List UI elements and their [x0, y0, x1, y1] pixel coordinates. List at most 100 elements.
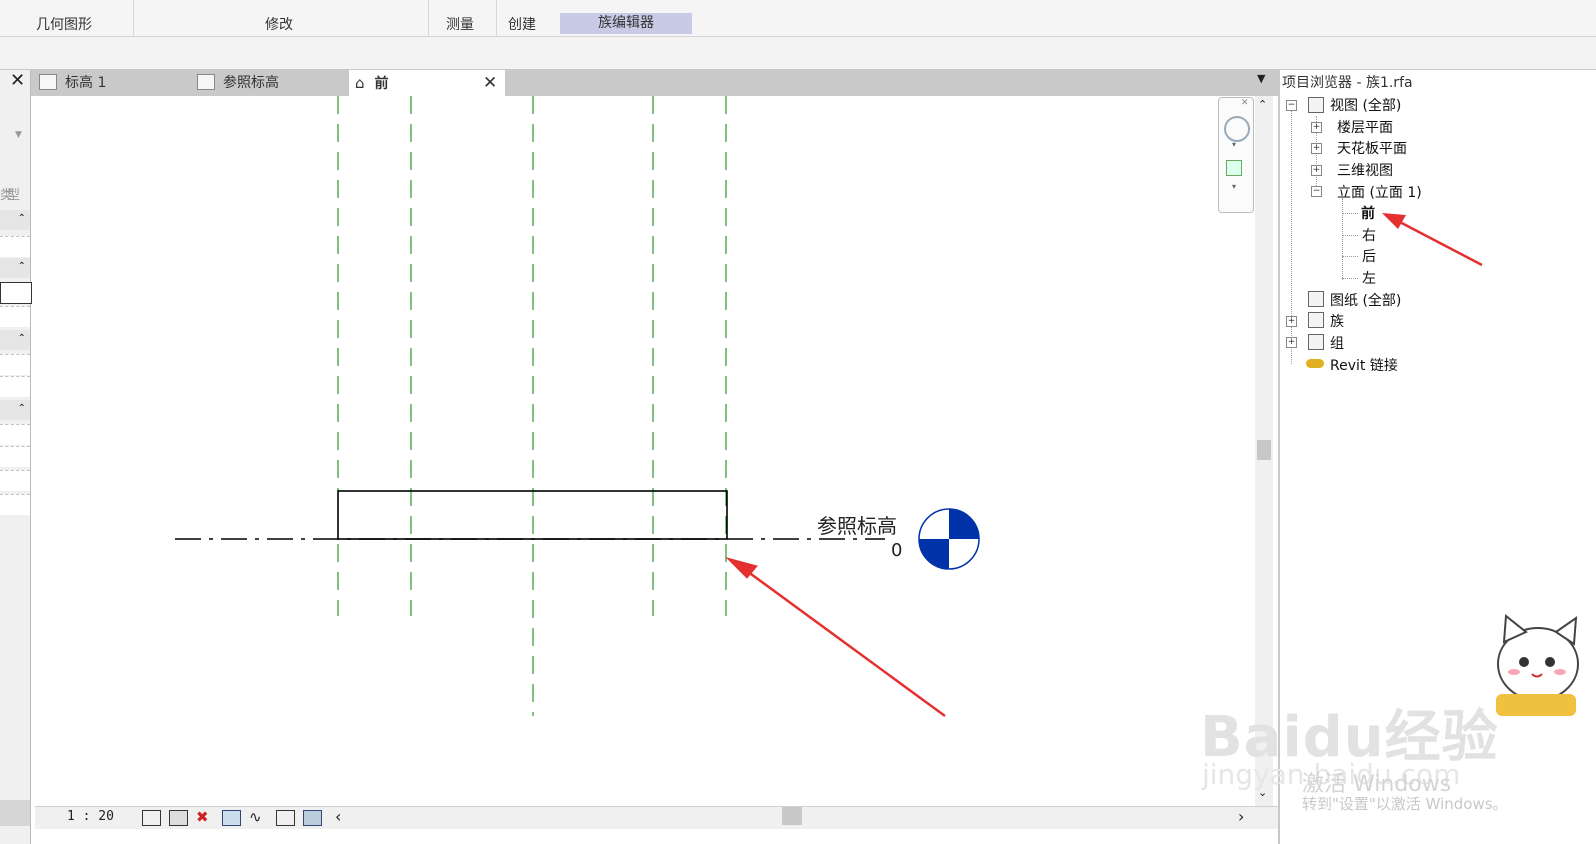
- tab-level-1[interactable]: 标高 1: [39, 70, 189, 96]
- expand-expander-icon[interactable]: +: [1311, 143, 1322, 154]
- chevron-down-icon[interactable]: ▾: [1232, 140, 1236, 149]
- scroll-right-icon[interactable]: ›: [1238, 807, 1244, 826]
- activate-windows-subtext: 转到"设置"以激活 Windows。: [1302, 795, 1508, 813]
- tab-label: 前: [374, 76, 389, 92]
- project-browser-title: 项目浏览器 - 族1.rfa: [1282, 75, 1413, 91]
- tree-guide: [1342, 256, 1358, 257]
- ribbon-group-measure[interactable]: 测量: [446, 14, 474, 34]
- ribbon-group-geometry[interactable]: 几何图形: [36, 14, 92, 34]
- tab-reference-level[interactable]: 参照标高: [197, 70, 347, 96]
- tree-item-elevation-right[interactable]: 右: [1362, 225, 1376, 245]
- property-row[interactable]: [0, 446, 30, 467]
- tree-guide: [1342, 213, 1358, 214]
- collapse-icon[interactable]: ⌃: [0, 258, 30, 278]
- ribbon: 几何图形 修改 测量 创建 族编辑器: [0, 0, 1596, 37]
- cat-mascot-icon: [1496, 614, 1579, 716]
- tree-item-elevations[interactable]: 立面 (立面 1): [1337, 182, 1422, 202]
- options-bar: [0, 37, 1596, 70]
- tree-item-elevation-left[interactable]: 左: [1362, 268, 1376, 288]
- views-icon: [1308, 97, 1324, 113]
- view-scale[interactable]: 1 : 20: [67, 809, 114, 824]
- properties-panel: ▼ 类型 ⌃ ⌃ ⌃ ⌃: [0, 70, 32, 844]
- tree-item-floor-plans[interactable]: 楼层平面: [1337, 117, 1393, 137]
- tree-item-3d-views[interactable]: 三维视图: [1337, 160, 1393, 180]
- ribbon-group-modify[interactable]: 修改: [265, 14, 293, 34]
- expand-expander-icon[interactable]: +: [1286, 337, 1297, 348]
- tree-item-elevation-front[interactable]: 前: [1361, 203, 1375, 223]
- close-icon[interactable]: ✕: [1241, 98, 1249, 108]
- property-row[interactable]: [0, 424, 30, 445]
- tree-item-revit-links[interactable]: Revit 链接: [1330, 355, 1398, 375]
- tab-front[interactable]: ⌂ 前 ✕: [349, 70, 505, 96]
- vertical-scroll-thumb[interactable]: [1257, 440, 1271, 460]
- annotation-arrow: [725, 557, 946, 718]
- ribbon-separator: [496, 0, 497, 36]
- expand-expander-icon[interactable]: +: [1311, 122, 1322, 133]
- property-row[interactable]: [0, 306, 30, 327]
- annotation-arrow-browser: [1382, 213, 1483, 267]
- floor-plan-icon: [39, 74, 57, 90]
- property-row[interactable]: [0, 494, 30, 515]
- tree-item-ceiling-plans[interactable]: 天花板平面: [1337, 138, 1407, 158]
- scroll-up-icon[interactable]: ⌃: [1258, 98, 1267, 111]
- arrow-head: [1382, 213, 1406, 229]
- steering-wheel-icon[interactable]: [1224, 116, 1250, 142]
- ribbon-separator: [428, 0, 429, 36]
- expand-expander-icon[interactable]: +: [1311, 165, 1322, 176]
- sun-path-icon[interactable]: ✖: [196, 808, 209, 826]
- collapse-icon[interactable]: ⌃: [0, 330, 30, 350]
- navigation-bar: ✕ ▾ ▾: [1218, 97, 1254, 213]
- drawing-canvas[interactable]: 参照标高 0: [35, 96, 1255, 806]
- horizontal-scroll-thumb[interactable]: [782, 807, 802, 825]
- tree-guide: [1342, 198, 1343, 280]
- collapse-icon[interactable]: ⌃: [0, 400, 30, 420]
- tree-item-elevation-back[interactable]: 后: [1362, 246, 1376, 266]
- expand-expander-icon[interactable]: +: [1286, 316, 1297, 327]
- dropdown-arrow-icon[interactable]: ▼: [15, 130, 22, 140]
- close-panel-icon[interactable]: ✕: [10, 70, 25, 91]
- collapse-expander-icon[interactable]: −: [1311, 186, 1322, 197]
- families-icon: [1308, 312, 1324, 328]
- property-row[interactable]: [0, 470, 30, 491]
- floor-plan-icon: [197, 74, 215, 90]
- chevron-down-icon[interactable]: ▾: [1232, 182, 1236, 191]
- level-elevation-value[interactable]: 0: [891, 540, 902, 561]
- view-tab-bar: 标高 1 参照标高 ⌂ 前 ✕ ▼: [31, 70, 1278, 96]
- property-row[interactable]: [0, 282, 32, 304]
- property-row[interactable]: [0, 354, 30, 375]
- close-tab-icon[interactable]: ✕: [483, 70, 497, 96]
- sheets-icon: [1308, 291, 1324, 307]
- detail-level-icon[interactable]: [142, 810, 161, 826]
- level-name[interactable]: 参照标高: [817, 510, 897, 539]
- tree-guide: [1342, 278, 1358, 279]
- link-icon: [1306, 359, 1324, 368]
- tree-guide: [1342, 235, 1358, 236]
- apply-button[interactable]: [0, 800, 30, 826]
- tree-item-sheets[interactable]: 图纸 (全部): [1330, 290, 1401, 310]
- show-crop-icon[interactable]: [276, 810, 295, 826]
- ribbon-group-create[interactable]: 创建: [508, 14, 536, 34]
- property-row[interactable]: [0, 376, 30, 397]
- groups-icon: [1308, 334, 1324, 350]
- tree-item-groups[interactable]: 组: [1330, 333, 1344, 353]
- crop-view-icon[interactable]: ∿: [249, 808, 262, 826]
- home-icon: ⌂: [355, 74, 365, 92]
- tab-label: 标高 1: [65, 75, 107, 91]
- temporary-hide-icon[interactable]: [303, 810, 322, 826]
- visual-style-icon[interactable]: [169, 810, 188, 826]
- shadows-icon[interactable]: [222, 810, 241, 826]
- reference-planes: [337, 96, 727, 716]
- collapse-icon[interactable]: ⌃: [0, 210, 30, 230]
- arrow-shaft: [1393, 217, 1483, 267]
- tab-menu-chevron-icon[interactable]: ▼: [1257, 72, 1265, 85]
- zoom-icon[interactable]: [1226, 160, 1242, 176]
- tab-label: 参照标高: [223, 75, 279, 91]
- scroll-left-icon[interactable]: ‹: [335, 807, 341, 826]
- tree-item-views[interactable]: 视图 (全部): [1330, 95, 1401, 115]
- tree-item-families[interactable]: 族: [1330, 311, 1344, 331]
- view-control-bar: 1 : 20 ✖ ∿ ‹ ›: [35, 806, 1278, 829]
- property-row[interactable]: [0, 236, 30, 257]
- type-label: 类型: [0, 188, 20, 203]
- collapse-expander-icon[interactable]: −: [1286, 100, 1297, 111]
- ribbon-group-family-editor[interactable]: 族编辑器: [560, 13, 692, 34]
